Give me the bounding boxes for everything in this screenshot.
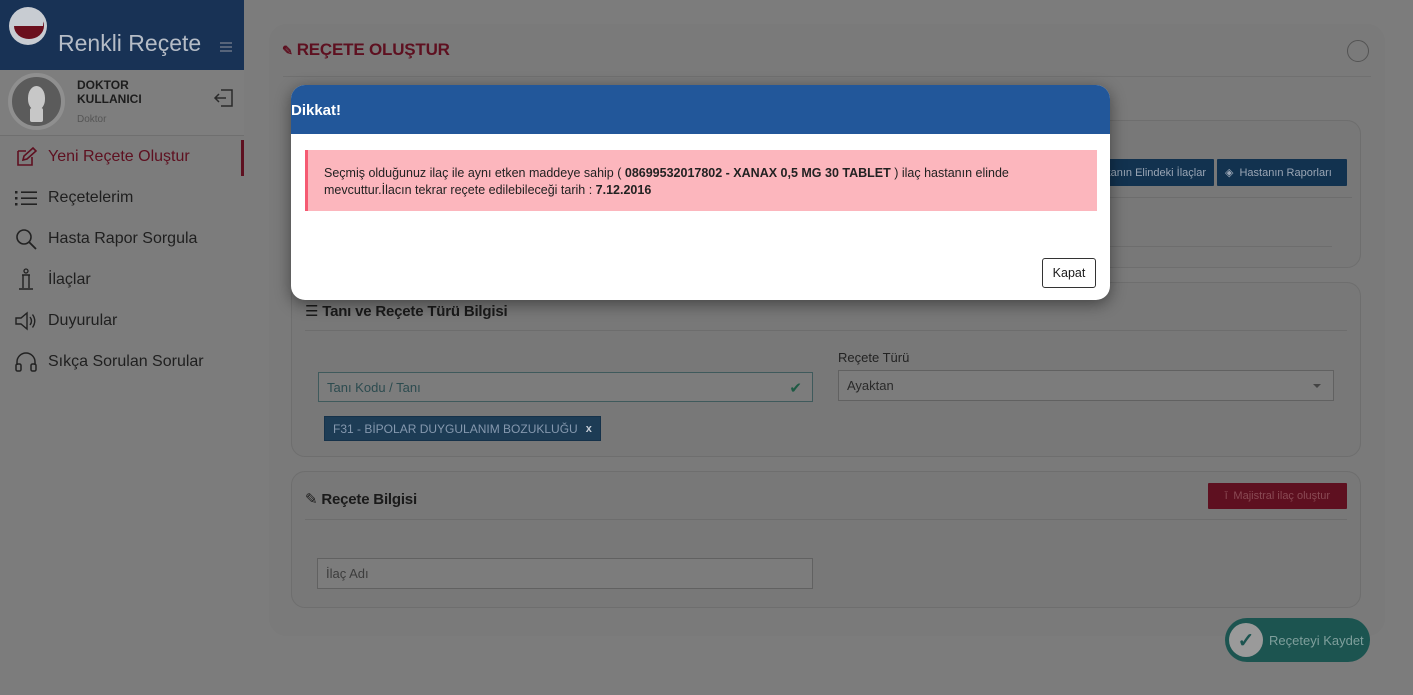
profile-name: DOKTOR KULLANICI bbox=[77, 78, 142, 106]
edit-icon: ✎ bbox=[282, 43, 293, 58]
warning-modal: Dikkat! Seçmiş olduğunuz ilaç ile aynı e… bbox=[291, 85, 1110, 300]
modal-header: Dikkat! bbox=[291, 85, 1110, 134]
list-icon bbox=[14, 186, 38, 210]
avatar bbox=[8, 73, 65, 130]
chevron-down-icon bbox=[1313, 384, 1321, 388]
search-icon bbox=[14, 227, 38, 251]
prescription-type-select[interactable]: Ayaktan bbox=[838, 370, 1334, 401]
sidebar-item-label: Duyurular bbox=[48, 311, 118, 329]
sidebar-item-label: Yeni Reçete Oluştur bbox=[48, 147, 190, 165]
logout-icon[interactable] bbox=[213, 88, 235, 108]
diagnosis-input[interactable]: Tanı Kodu / Tanı ✔ bbox=[318, 372, 813, 402]
sidebar-item-label: Sıkça Sorulan Sorular bbox=[48, 352, 204, 370]
sidebar-item-duyurular[interactable]: Duyurular bbox=[0, 300, 244, 341]
remove-tag-button[interactable]: x bbox=[586, 423, 592, 435]
modal-title: Dikkat! bbox=[291, 102, 342, 119]
sidebar-item-recetelerim[interactable]: Reçetelerim bbox=[0, 177, 244, 218]
expand-icon[interactable] bbox=[1347, 40, 1369, 62]
edit-icon bbox=[14, 145, 38, 169]
speaker-icon bbox=[14, 309, 38, 333]
hamburger-menu-icon[interactable] bbox=[220, 42, 232, 52]
logo-icon bbox=[9, 7, 47, 45]
patient-reports-button[interactable]: ◈ Hastanın Raporları bbox=[1217, 159, 1347, 186]
save-prescription-button[interactable]: ✓ Reçeteyi Kaydet bbox=[1225, 618, 1370, 662]
sidebar-nav: Yeni Reçete Oluştur Reçetelerim Hasta Ra… bbox=[0, 136, 244, 382]
sidebar-item-sss[interactable]: Sıkça Sorulan Sorular bbox=[0, 341, 244, 382]
divider bbox=[305, 519, 1347, 520]
headset-icon bbox=[14, 350, 38, 374]
drug-name: 08699532017802 - XANAX 0,5 MG 30 TABLET bbox=[624, 166, 891, 180]
pill-bottle-icon bbox=[14, 267, 38, 292]
brand-bar: Renkli Reçete bbox=[0, 0, 244, 70]
drug-name-input[interactable]: İlaç Adı bbox=[317, 558, 813, 589]
diagnosis-tag: F31 - BİPOLAR DUYGULANIM BOZUKLUĞU x bbox=[324, 416, 601, 441]
user-profile: DOKTOR KULLANICI Doktor bbox=[0, 70, 244, 136]
magistral-drug-button[interactable]: ǐ Majistral ilaç oluştur bbox=[1208, 483, 1347, 509]
check-circle-icon: ✓ bbox=[1229, 623, 1263, 657]
close-button[interactable]: Kapat bbox=[1042, 258, 1096, 288]
pencil-icon: ✎ bbox=[305, 491, 322, 508]
pill-bottle-icon: ǐ bbox=[1224, 490, 1228, 502]
prescription-section-title: ✎ Reçete Bilgisi bbox=[305, 491, 417, 508]
profile-role: Doktor bbox=[77, 114, 107, 125]
checkmark-icon: ✔ bbox=[789, 380, 802, 397]
sidebar-item-hasta-rapor[interactable]: Hasta Rapor Sorgula bbox=[0, 218, 244, 259]
divider bbox=[305, 330, 1347, 331]
sidebar-item-label: Hasta Rapor Sorgula bbox=[48, 229, 198, 247]
sidebar: Renkli Reçete DOKTOR KULLANICI Doktor Ye… bbox=[0, 0, 244, 695]
patient-drugs-button[interactable]: Hastanın Elindeki İlaçlar bbox=[1097, 159, 1214, 186]
prescription-type-label: Reçete Türü bbox=[838, 350, 910, 365]
diagnosis-section-title: ☰ Tanı ve Reçete Türü Bilgisi bbox=[305, 303, 508, 320]
page-title: ✎ REÇETE OLUŞTUR bbox=[282, 40, 450, 59]
sidebar-item-yeni-recete[interactable]: Yeni Reçete Oluştur bbox=[0, 136, 244, 177]
refill-date: 7.12.2016 bbox=[595, 183, 652, 197]
divider bbox=[283, 76, 1371, 77]
sidebar-item-label: Reçetelerim bbox=[48, 188, 134, 206]
list-icon: ☰ bbox=[305, 303, 323, 320]
sidebar-item-label: İlaçlar bbox=[48, 270, 91, 288]
modal-alert-message: Seçmiş olduğunuz ilaç ile aynı etken mad… bbox=[305, 150, 1097, 211]
app-title: Renkli Reçete bbox=[58, 30, 202, 56]
sidebar-item-ilaclar[interactable]: İlaçlar bbox=[0, 259, 244, 300]
stack-icon: ◈ bbox=[1225, 167, 1234, 179]
